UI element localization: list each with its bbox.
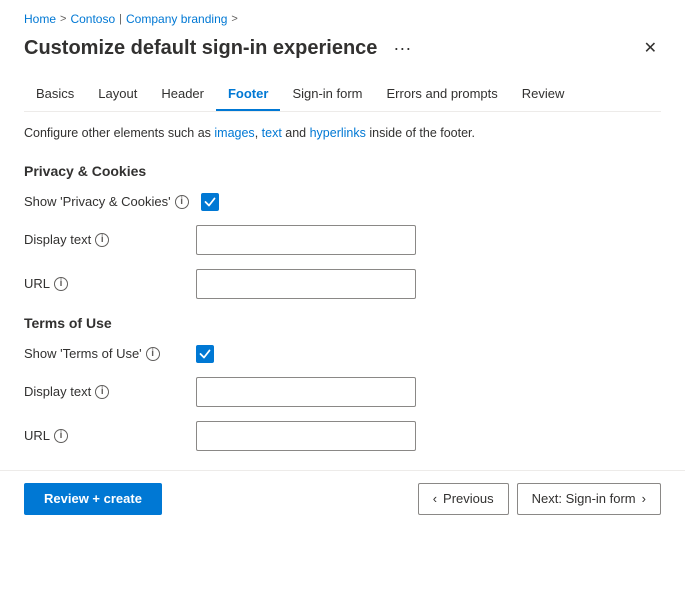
privacy-show-info-icon[interactable]: i: [175, 195, 189, 209]
terms-show-row: Show 'Terms of Use' i: [24, 345, 661, 363]
privacy-url-label: URL i: [24, 276, 184, 291]
terms-of-use-section: Terms of Use Show 'Terms of Use' i Displ…: [24, 315, 661, 451]
terms-of-use-title: Terms of Use: [24, 315, 661, 331]
previous-label: Previous: [443, 491, 494, 506]
breadcrumb-home[interactable]: Home: [24, 12, 56, 26]
breadcrumb: Home > Contoso | Company branding >: [24, 12, 661, 26]
footer-bar: Review + create ‹ Previous Next: Sign-in…: [0, 470, 685, 527]
privacy-url-input[interactable]: [196, 269, 416, 299]
tab-basics[interactable]: Basics: [24, 78, 86, 111]
previous-button[interactable]: ‹ Previous: [418, 483, 509, 515]
privacy-show-label: Show 'Privacy & Cookies' i: [24, 194, 189, 209]
terms-display-text-row: Display text i: [24, 377, 661, 407]
privacy-display-text-row: Display text i: [24, 225, 661, 255]
privacy-url-row: URL i: [24, 269, 661, 299]
next-button[interactable]: Next: Sign-in form ›: [517, 483, 661, 515]
tab-header[interactable]: Header: [149, 78, 216, 111]
previous-chevron-icon: ‹: [433, 491, 437, 506]
review-create-button[interactable]: Review + create: [24, 483, 162, 515]
privacy-display-text-input[interactable]: [196, 225, 416, 255]
privacy-display-text-label: Display text i: [24, 232, 184, 247]
privacy-cookies-section: Privacy & Cookies Show 'Privacy & Cookie…: [24, 163, 661, 299]
breadcrumb-sep3: >: [231, 13, 237, 25]
breadcrumb-company-branding[interactable]: Company branding: [126, 12, 227, 26]
breadcrumb-sep1: >: [60, 13, 66, 25]
terms-show-label: Show 'Terms of Use' i: [24, 346, 184, 361]
privacy-show-checkbox[interactable]: [201, 193, 219, 211]
terms-display-text-input[interactable]: [196, 377, 416, 407]
terms-show-checkbox[interactable]: [196, 345, 214, 363]
next-chevron-icon: ›: [642, 491, 646, 506]
tab-layout[interactable]: Layout: [86, 78, 149, 111]
info-hyperlinks-link[interactable]: hyperlinks: [310, 126, 366, 140]
info-images-link[interactable]: images: [214, 126, 254, 140]
info-text: Configure other elements such as images,…: [24, 124, 661, 143]
main-content: Configure other elements such as images,…: [24, 124, 661, 527]
breadcrumb-sep2: |: [119, 13, 122, 25]
privacy-url-info-icon[interactable]: i: [54, 277, 68, 291]
ellipsis-button[interactable]: ···: [387, 36, 417, 61]
terms-url-info-icon[interactable]: i: [54, 429, 68, 443]
close-button[interactable]: ✕: [640, 34, 661, 62]
next-label: Next: Sign-in form: [532, 491, 636, 506]
terms-display-info-icon[interactable]: i: [95, 385, 109, 399]
terms-url-input[interactable]: [196, 421, 416, 451]
nav-buttons: ‹ Previous Next: Sign-in form ›: [418, 483, 661, 515]
privacy-cookies-title: Privacy & Cookies: [24, 163, 661, 179]
breadcrumb-contoso[interactable]: Contoso: [70, 12, 115, 26]
tabs-bar: Basics Layout Header Footer Sign-in form…: [24, 78, 661, 112]
terms-url-row: URL i: [24, 421, 661, 451]
terms-display-text-label: Display text i: [24, 384, 184, 399]
tab-footer[interactable]: Footer: [216, 78, 280, 111]
tab-errors-prompts[interactable]: Errors and prompts: [375, 78, 510, 111]
title-row: Customize default sign-in experience ···…: [24, 34, 661, 62]
privacy-show-row: Show 'Privacy & Cookies' i: [24, 193, 661, 211]
tab-review[interactable]: Review: [510, 78, 577, 111]
tab-signin-form[interactable]: Sign-in form: [280, 78, 374, 111]
privacy-display-info-icon[interactable]: i: [95, 233, 109, 247]
terms-url-label: URL i: [24, 428, 184, 443]
info-text-link[interactable]: text: [262, 126, 282, 140]
terms-show-info-icon[interactable]: i: [146, 347, 160, 361]
page-title: Customize default sign-in experience: [24, 37, 377, 60]
